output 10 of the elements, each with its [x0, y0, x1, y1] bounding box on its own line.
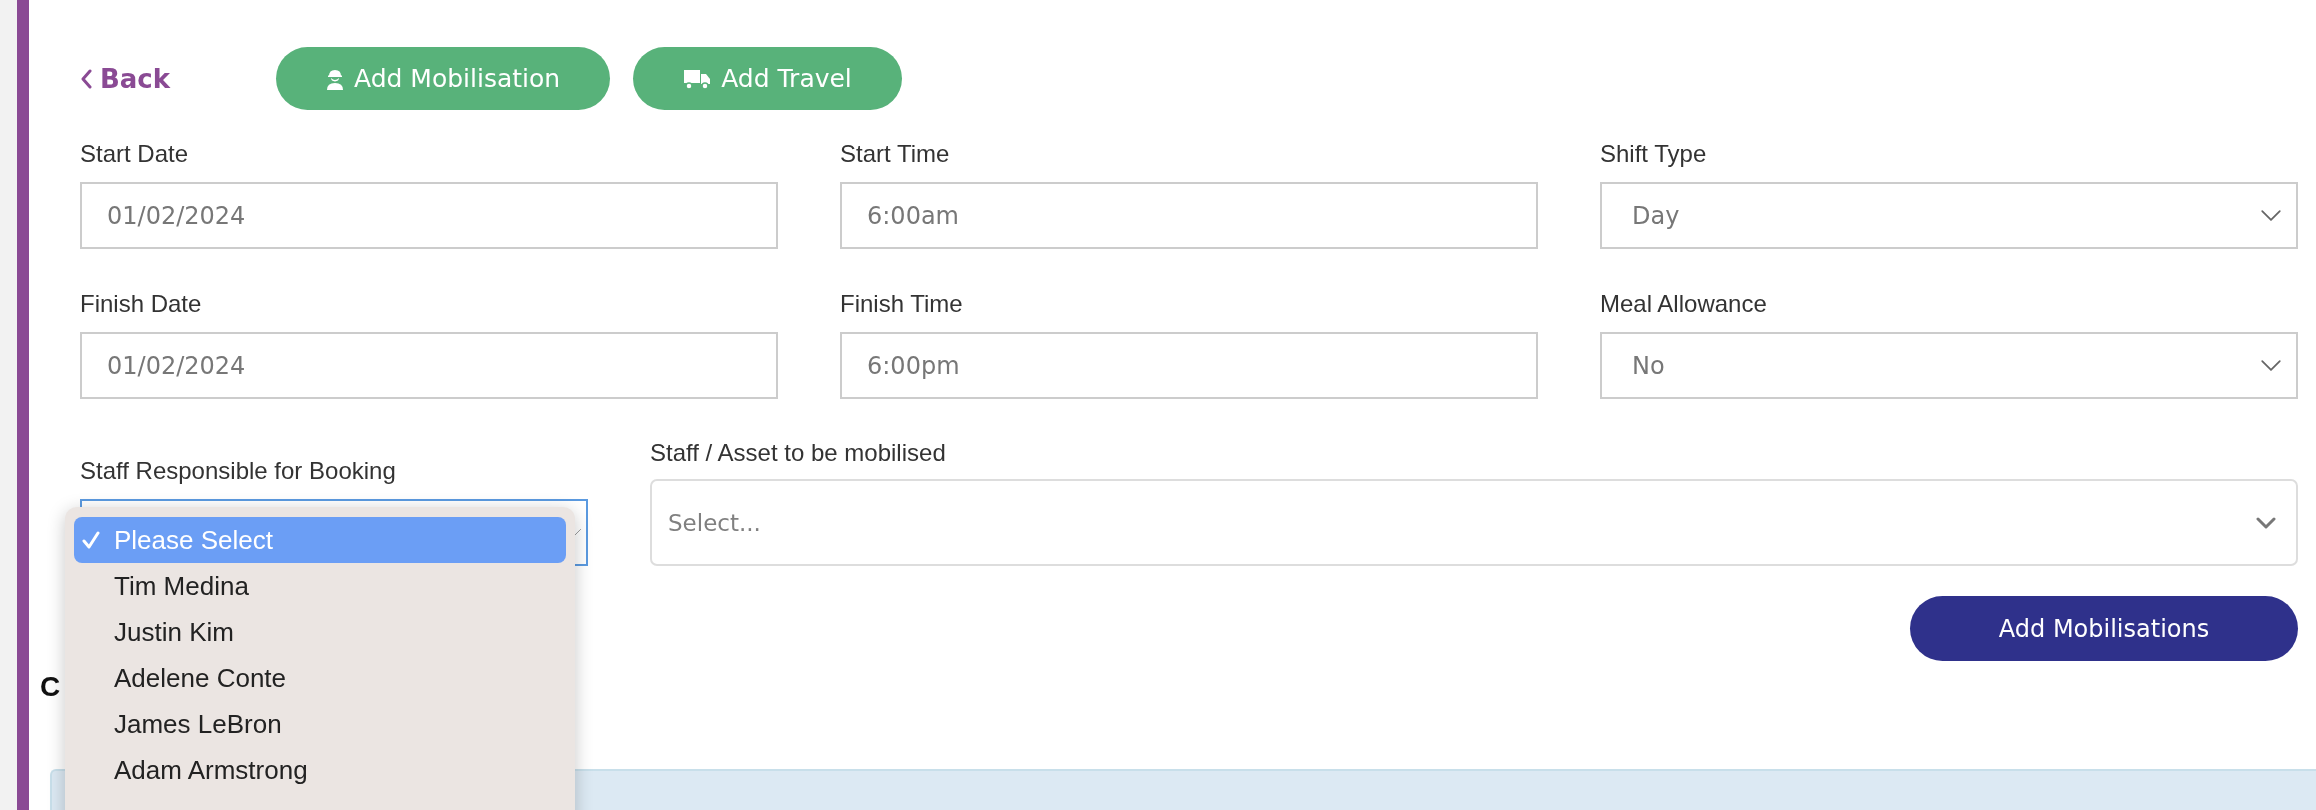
field-label: Shift Type [1600, 140, 1708, 168]
field-label: Staff / Asset to be mobilised [650, 439, 947, 467]
section-heading: C [40, 670, 61, 704]
field-label: Staff Responsible for Booking [80, 457, 397, 485]
field-label: Meal Allowance [1600, 290, 1768, 318]
field-label: Finish Time [840, 290, 964, 318]
field-label: Start Time [840, 140, 951, 168]
field-label: Finish Date [80, 290, 203, 318]
field-label: Start Date [80, 140, 190, 168]
back-label: Back [100, 63, 171, 94]
